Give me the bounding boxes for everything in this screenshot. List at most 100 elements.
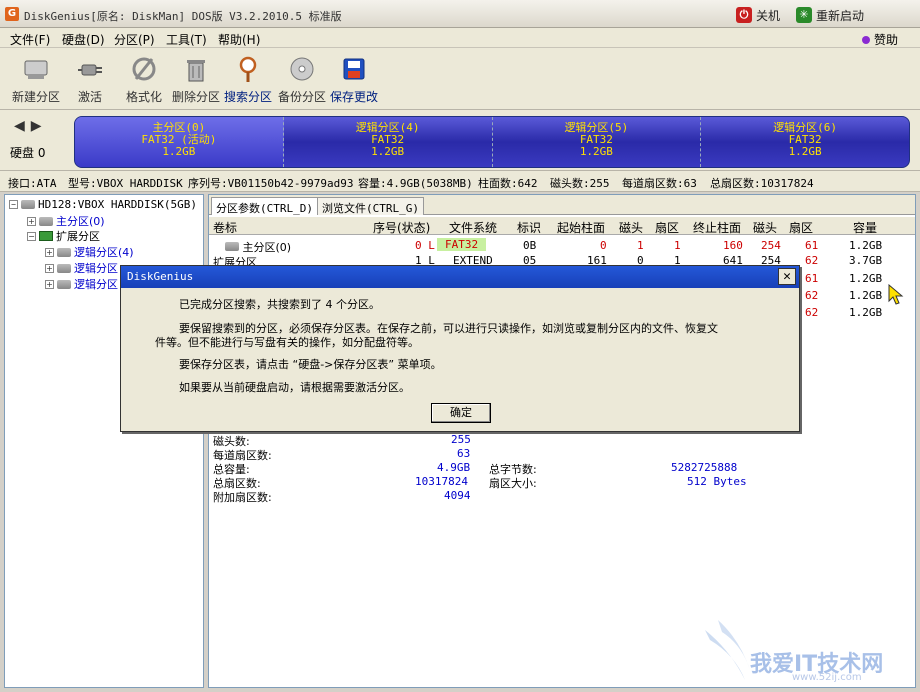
col-start-cyl[interactable]: 起始柱面 [557, 219, 605, 236]
expand-icon[interactable]: + [45, 247, 54, 257]
tab-browse-files[interactable]: 浏览文件(CTRL_G) [317, 197, 424, 215]
partition-icon [225, 242, 239, 251]
tree-item-logical-5[interactable]: + 逻辑分区 [45, 260, 118, 276]
dialog-message-3: 件等。但不能进行与写盘有关的操作，如分配盘符等。 [155, 336, 419, 349]
row-end-sector: 62 [805, 289, 819, 302]
stat-sector-size-label: 扇区大小: [489, 477, 537, 490]
row-end-sector: 61 [805, 272, 819, 285]
shutdown-button[interactable]: ⏻ 关机 [736, 5, 780, 25]
hard-disk-icon [21, 200, 35, 209]
format-icon [129, 54, 159, 84]
restart-icon: ✳ [796, 7, 812, 23]
col-id[interactable]: 标识 [517, 219, 541, 236]
save-icon [339, 54, 369, 84]
row-label-text: 主分区(0) [242, 241, 292, 254]
menu-file[interactable]: 文件(F) [10, 31, 50, 48]
tab-bar: 分区参数(CTRL_D) 浏览文件(CTRL_G) [209, 195, 915, 215]
partition-icon [39, 216, 53, 226]
col-start-head[interactable]: 磁头 [619, 219, 643, 236]
collapse-icon[interactable]: − [9, 200, 18, 209]
restart-button[interactable]: ✳ 重新启动 [796, 5, 864, 25]
next-disk-icon[interactable]: ▶ [31, 118, 48, 134]
backup-disc-icon [287, 54, 317, 84]
row-seq: 0 L [415, 239, 435, 252]
row-fs: FAT32 [437, 238, 487, 251]
tree-item-extended[interactable]: − 扩展分区 [27, 228, 100, 244]
col-label[interactable]: 卷标 [213, 219, 237, 236]
stat-total-bytes-value: 5282725888 [671, 461, 738, 474]
col-end-cyl[interactable]: 终止柱面 [693, 219, 741, 236]
watermark-url: www.52ij.com [792, 672, 862, 683]
tree-item-logical-4[interactable]: + 逻辑分区(4) [45, 244, 134, 260]
tree-extended-label: 扩展分区 [56, 230, 100, 243]
col-end-sector[interactable]: 扇区 [789, 219, 813, 236]
row-end-head: 254 [761, 239, 781, 252]
donate-link[interactable]: 赞助 [861, 31, 898, 48]
partition-size: 1.2GB [162, 145, 196, 158]
menu-tools[interactable]: 工具(T) [166, 31, 207, 48]
tree-logical-4-label: 逻辑分区(4) [74, 246, 134, 259]
table-header: 卷标 序号(状态) 文件系统 标识 起始柱面 磁头 扇区 终止柱面 磁头 扇区 … [209, 217, 915, 235]
col-fs[interactable]: 文件系统 [449, 219, 497, 236]
tree-item-disk[interactable]: − HD128:VBOX HARDDISK(5GB) [9, 198, 197, 211]
info-capacity: 容量:4.9GB(5038MB) [358, 177, 473, 190]
partition-icon [57, 279, 71, 289]
menu-partition[interactable]: 分区(P) [114, 31, 155, 48]
menu-disk[interactable]: 硬盘(D) [62, 31, 105, 48]
prev-disk-icon[interactable]: ◀ [14, 118, 31, 134]
search-partition-button[interactable]: 搜索分区 [220, 54, 276, 105]
partition-icon [57, 263, 71, 273]
new-partition-icon [21, 54, 51, 84]
disk-info-bar: 接口:ATA 型号:VBOX HARDDISK 序列号:VB01150b42-9… [0, 170, 920, 192]
shutdown-label: 关机 [756, 8, 781, 23]
row-capacity: 1.2GB [849, 272, 883, 285]
info-sectors-per-track: 每道扇区数:63 [622, 177, 697, 190]
partition-block-logical-5[interactable]: 逻辑分区(5) FAT32 1.2GB [493, 117, 702, 167]
expand-icon[interactable]: + [27, 216, 36, 226]
partition-block-logical-4[interactable]: 逻辑分区(4) FAT32 1.2GB [284, 117, 493, 167]
format-label: 格式化 [125, 90, 162, 104]
info-model: 型号:VBOX HARDDISK [68, 177, 183, 190]
save-changes-button[interactable]: 保存更改 [326, 54, 382, 105]
donate-icon [861, 35, 870, 44]
new-partition-label: 新建分区 [11, 90, 60, 104]
donate-label: 赞助 [873, 33, 898, 47]
new-partition-button[interactable]: 新建分区 [8, 54, 64, 105]
save-changes-label: 保存更改 [329, 90, 378, 104]
partition-block-logical-6[interactable]: 逻辑分区(6) FAT32 1.2GB [701, 117, 909, 167]
delete-partition-button[interactable]: 删除分区 [168, 54, 224, 105]
info-heads: 磁头数:255 [550, 177, 610, 190]
activate-label: 激活 [77, 90, 102, 104]
tree-item-logical-6[interactable]: + 逻辑分区 [45, 276, 118, 292]
col-end-head[interactable]: 磁头 [753, 219, 777, 236]
watermark: 我爱IT技术网 www.52ij.com [700, 610, 910, 688]
expand-icon[interactable]: + [45, 263, 54, 273]
dialog-message-1: 已完成分区搜索，共搜索到了 4 个分区。 [179, 298, 380, 311]
row-id: 0B [523, 239, 537, 252]
row-end-sector: 62 [805, 306, 819, 319]
tree-item-primary[interactable]: + 主分区(0) [27, 213, 105, 229]
row-capacity: 1.2GB [849, 306, 883, 319]
info-total-sectors: 总扇区数:10317824 [710, 177, 814, 190]
backup-partition-button[interactable]: 备份分区 [274, 54, 330, 105]
col-seq[interactable]: 序号(状态) [373, 219, 430, 236]
activate-button[interactable]: 激活 [62, 54, 118, 105]
partition-block-primary[interactable]: 主分区(0) FAT32 (活动) 1.2GB [75, 117, 284, 167]
info-serial: 序列号:VB01150b42-9979ad93 [188, 177, 354, 190]
row-end-sector: 62 [805, 254, 819, 267]
menu-bar: 文件(F) 硬盘(D) 分区(P) 工具(T) 帮助(H) 赞助 [0, 28, 920, 48]
col-start-sector[interactable]: 扇区 [655, 219, 679, 236]
row-end-sector: 61 [805, 239, 819, 252]
partition-icon [57, 247, 71, 257]
tree-disk-label: HD128:VBOX HARDDISK(5GB) [38, 198, 197, 211]
collapse-icon[interactable]: − [27, 231, 36, 241]
close-icon[interactable]: ✕ [778, 268, 796, 285]
expand-icon[interactable]: + [45, 279, 54, 289]
row-capacity: 3.7GB [849, 254, 883, 267]
col-capacity[interactable]: 容量 [853, 219, 877, 236]
tab-partition-params[interactable]: 分区参数(CTRL_D) [211, 197, 318, 215]
row-label: 主分区(0) [225, 239, 291, 255]
menu-help[interactable]: 帮助(H) [218, 31, 260, 48]
ok-button[interactable]: 确定 [431, 403, 491, 423]
format-button[interactable]: 格式化 [116, 54, 172, 105]
